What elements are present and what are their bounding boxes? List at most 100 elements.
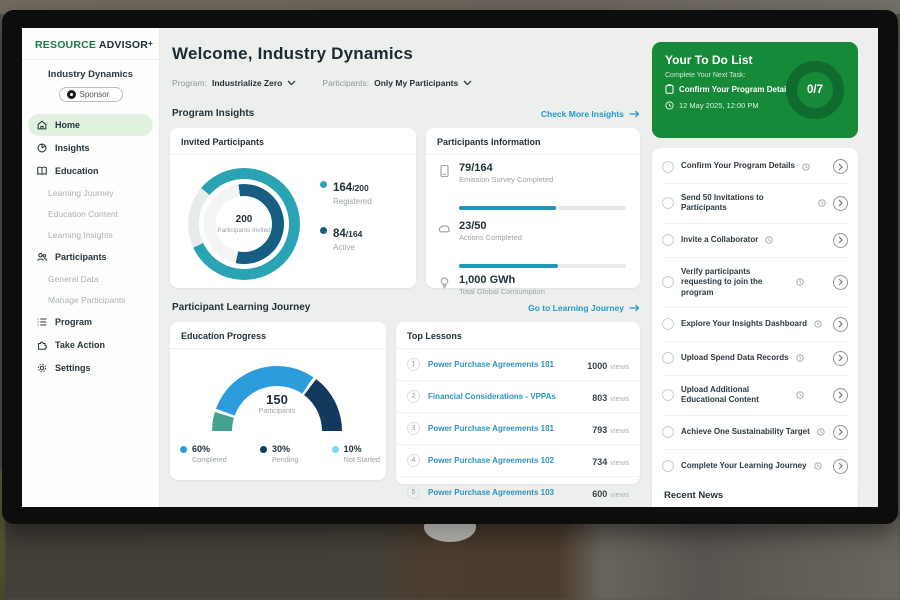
task-checkbox[interactable] (662, 197, 674, 209)
task-open-button[interactable] (833, 233, 848, 248)
task-row[interactable]: Upload Additional Educational Content (662, 376, 848, 416)
gauge-legend: 60% Completed 30% Pending 10% Not Star (180, 444, 380, 464)
program-list-icon (36, 316, 48, 328)
task-label: Complete Your Learning Journey (681, 461, 807, 471)
legend-item-not-started: 10% Not Started (332, 444, 380, 464)
chevron-right-icon (838, 462, 843, 470)
filter-bar: Program: Industrialize Zero Participants… (172, 78, 472, 88)
task-checkbox[interactable] (662, 234, 674, 246)
legend-dot (260, 446, 267, 453)
lesson-row: 4 Power Purchase Agreements 102 734views (396, 445, 640, 477)
task-checkbox[interactable] (662, 276, 674, 288)
task-label: Send 50 Invitations to Participants (681, 193, 811, 214)
task-row[interactable]: Send 50 Invitations to Participants (662, 184, 848, 224)
stat-label: Total Global Consumption (459, 287, 545, 296)
task-open-button[interactable] (833, 317, 848, 332)
lesson-link[interactable]: Power Purchase Agreements 103 (428, 488, 584, 497)
program-insights-title: Program Insights (172, 108, 254, 119)
task-row[interactable]: Invite a Collaborator (662, 224, 848, 258)
sidebar-item-program[interactable]: Program (28, 311, 153, 333)
task-checkbox[interactable] (662, 352, 674, 364)
task-row[interactable]: Achieve One Sustainability Target (662, 416, 848, 450)
task-label: Upload Additional Educational Content (681, 385, 789, 406)
sidebar-item-settings[interactable]: Settings (28, 357, 153, 379)
sidebar-item-participants[interactable]: Participants (28, 246, 153, 268)
legend-dot (180, 446, 187, 453)
task-row[interactable]: Verify participants requesting to join t… (662, 258, 848, 308)
stat-consumption: 1,000 GWh Total Global Consumption (438, 274, 626, 296)
task-checkbox[interactable] (662, 318, 674, 330)
legend-label: Registered (333, 197, 372, 206)
program-select[interactable]: Program: Industrialize Zero (172, 78, 296, 88)
todo-next-task-label: Confirm Your Program Details (679, 85, 793, 94)
task-open-button[interactable] (833, 351, 848, 366)
legend-denominator: /164 (346, 229, 363, 239)
sponsor-label: Sponsor (80, 90, 110, 99)
donut-center: 200 Participants Invited (216, 196, 272, 252)
nav-label: Settings (55, 363, 91, 373)
sidebar-item-general-data[interactable]: General Data (28, 269, 153, 289)
todo-subtitle: Complete Your Next Task: (665, 72, 745, 79)
lightbulb-icon (438, 276, 451, 290)
task-label: Confirm Your Program Details (681, 161, 795, 171)
nav-label: Take Action (55, 340, 105, 350)
nav-label: Insights (55, 143, 90, 153)
task-open-button[interactable] (833, 388, 848, 403)
gauge-center: 150 Participants (212, 392, 342, 415)
task-open-button[interactable] (833, 196, 848, 211)
task-open-button[interactable] (833, 459, 848, 474)
task-row[interactable]: Explore Your Insights Dashboard (662, 308, 848, 342)
task-checkbox[interactable] (662, 161, 674, 173)
views-count: 803 (592, 393, 607, 403)
stat-emission-survey: 79/164 Emission Survey Completed (438, 162, 626, 184)
task-checkbox[interactable] (662, 426, 674, 438)
sidebar-item-education[interactable]: Education (28, 160, 153, 182)
lesson-link[interactable]: Power Purchase Agreements 101 (428, 360, 579, 369)
lesson-row: 1 Power Purchase Agreements 101 1000view… (396, 349, 640, 381)
views-unit: views (610, 458, 629, 467)
sidebar-item-home[interactable]: Home (28, 114, 153, 136)
lesson-link[interactable]: Power Purchase Agreements 102 (428, 456, 584, 465)
task-open-button[interactable] (833, 159, 848, 174)
views-count: 1000 (587, 361, 607, 371)
nav-label: Participants (55, 252, 107, 262)
legend-value: 10% (344, 444, 380, 454)
participants-select[interactable]: Participants: Only My Participants (322, 78, 472, 88)
sidebar-item-learning-insights[interactable]: Learning Insights (28, 225, 153, 245)
views-count: 734 (592, 457, 607, 467)
task-checkbox[interactable] (662, 389, 674, 401)
views-count: 600 (592, 489, 607, 499)
clock-icon (814, 320, 822, 328)
chevron-right-icon (838, 163, 843, 171)
todo-progress-value: 0/7 (807, 84, 823, 96)
check-more-insights-link[interactable]: Check More Insights (541, 109, 640, 119)
legend-value: 60% (192, 444, 227, 454)
program-select-value: Industrialize Zero (212, 78, 282, 88)
clock-icon (796, 354, 804, 362)
task-open-button[interactable] (833, 275, 848, 290)
lesson-link[interactable]: Financial Considerations - VPPAs (428, 392, 584, 401)
lesson-link[interactable]: Power Purchase Agreements 101 (428, 424, 584, 433)
sidebar-item-manage-participants[interactable]: Manage Participants (28, 290, 153, 310)
task-row[interactable]: Complete Your Learning Journey (662, 450, 848, 483)
sidebar-item-insights[interactable]: Insights (28, 137, 153, 159)
legend-label: Pending (272, 455, 298, 464)
task-row[interactable]: Upload Spend Data Records (662, 342, 848, 376)
task-label: Explore Your Insights Dashboard (681, 319, 807, 329)
task-open-button[interactable] (833, 425, 848, 440)
sidebar-item-learning-journey[interactable]: Learning Journey (28, 183, 153, 203)
go-to-learning-journey-link[interactable]: Go to Learning Journey (528, 303, 640, 313)
rank-badge: 1 (407, 358, 420, 371)
sidebar-item-education-content[interactable]: Education Content (28, 204, 153, 224)
task-row[interactable]: Confirm Your Program Details (662, 150, 848, 184)
sidebar-item-take-action[interactable]: Take Action (28, 334, 153, 356)
chevron-right-icon (838, 236, 843, 244)
card-title: Top Lessons (396, 322, 640, 349)
task-label: Upload Spend Data Records (681, 353, 789, 363)
task-checkbox[interactable] (662, 460, 674, 472)
arrow-right-icon (629, 304, 640, 312)
chevron-right-icon (838, 428, 843, 436)
main-content: Welcome, Industry Dynamics Program: Indu… (160, 28, 652, 507)
logo-resource: RESOURCE (35, 39, 96, 51)
chevron-right-icon (838, 278, 843, 286)
